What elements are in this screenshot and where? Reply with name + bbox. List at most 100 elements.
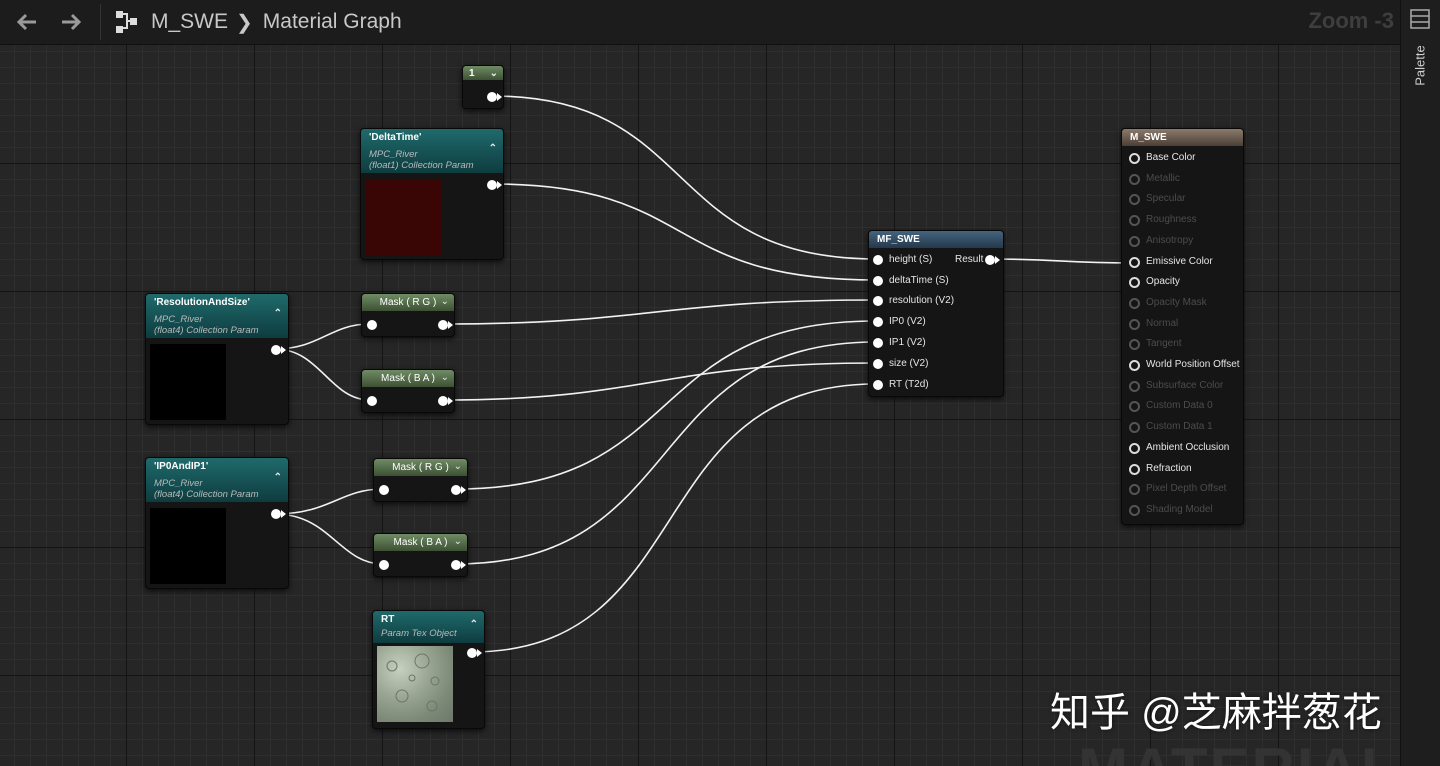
node-collection: MPC_River: [369, 149, 418, 160]
constant-node[interactable]: 1 ⌄: [462, 65, 504, 109]
input-label: IP0 (V2): [889, 316, 926, 327]
node-header: RT Param Tex Object ⌃: [373, 611, 484, 643]
texture-object-node-rt[interactable]: RT Param Tex Object ⌃: [372, 610, 485, 729]
input-pin-resolution[interactable]: [873, 296, 883, 306]
input-label: size (V2): [889, 358, 929, 369]
node-title: 'DeltaTime': [369, 132, 422, 143]
constant-value: 1: [469, 68, 475, 79]
chevron-down-icon[interactable]: ⌄: [441, 372, 449, 383]
output-pin[interactable]: [271, 345, 281, 355]
material-input-pin[interactable]: [1129, 422, 1140, 434]
wire-mask4-ip1: [455, 341, 877, 565]
output-pin[interactable]: [438, 320, 448, 330]
wire-ip-mask4: [274, 513, 384, 565]
graph-canvas[interactable]: MATERIAL 1 ⌄ 'DeltaTime' MPC_River (floa…: [0, 45, 1400, 766]
chevron-up-icon[interactable]: ⌃: [274, 308, 282, 319]
input-label: deltaTime (S): [889, 275, 949, 286]
input-pin[interactable]: [379, 560, 389, 570]
material-input-pin[interactable]: [1129, 318, 1140, 330]
node-header: 'IP0AndIP1' MPC_River (float4) Collectio…: [146, 458, 288, 502]
material-input-label: Normal: [1146, 317, 1179, 329]
output-arrow-icon: [448, 397, 453, 405]
material-input-pin[interactable]: [1129, 235, 1140, 247]
input-pin-ip1[interactable]: [873, 338, 883, 348]
output-pin[interactable]: [438, 396, 448, 406]
toolbar-divider: [100, 4, 101, 40]
material-input-label: Pixel Depth Offset: [1146, 483, 1227, 495]
chevron-up-icon[interactable]: ⌃: [489, 143, 497, 154]
chevron-down-icon[interactable]: ⌄: [441, 296, 449, 307]
material-input-label: Custom Data 1: [1146, 421, 1213, 433]
input-pin-ip0[interactable]: [873, 317, 883, 327]
node-header: 'ResolutionAndSize' MPC_River (float4) C…: [146, 294, 288, 338]
input-pin-rt[interactable]: [873, 380, 883, 390]
wire-mask2-size: [443, 362, 877, 401]
output-pin[interactable]: [271, 509, 281, 519]
node-title: MF_SWE: [877, 234, 920, 245]
input-pin[interactable]: [367, 320, 377, 330]
node-type: (float4) Collection Param: [154, 489, 259, 500]
chevron-down-icon[interactable]: ⌄: [454, 536, 462, 547]
material-input-pin[interactable]: [1129, 484, 1140, 496]
output-arrow-icon: [497, 93, 502, 101]
mask-node-ba-1[interactable]: Mask ( B A ) ⌄: [361, 369, 455, 413]
material-input-pin[interactable]: [1129, 277, 1140, 289]
input-pin-size[interactable]: [873, 359, 883, 369]
chevron-down-icon[interactable]: ⌄: [454, 461, 462, 472]
palette-tab[interactable]: Palette: [1403, 36, 1437, 94]
material-input-pin[interactable]: [1129, 504, 1140, 516]
forward-button[interactable]: [54, 5, 88, 39]
output-pin[interactable]: [467, 648, 477, 658]
material-input-pin[interactable]: [1129, 380, 1140, 392]
output-pin[interactable]: [487, 92, 497, 102]
material-input-pin[interactable]: [1129, 463, 1140, 475]
output-pin-result[interactable]: [985, 255, 995, 265]
material-input-pin[interactable]: [1129, 215, 1140, 227]
wire-mask1-resolution: [443, 299, 877, 325]
node-title: Mask ( B A ): [381, 373, 435, 384]
material-input-pin[interactable]: [1129, 256, 1140, 268]
attribution-watermark: 知乎 @芝麻拌葱花: [1050, 691, 1382, 735]
output-arrow-icon: [497, 181, 502, 189]
material-input-pin[interactable]: [1129, 173, 1140, 185]
node-title: RT: [381, 614, 395, 625]
material-input-pin[interactable]: [1129, 442, 1140, 454]
side-panel: Palette: [1400, 0, 1440, 766]
node-header: M_SWE: [1122, 129, 1243, 146]
material-input-pin[interactable]: [1129, 401, 1140, 413]
input-pin[interactable]: [379, 485, 389, 495]
arrow-right-icon: [62, 13, 82, 31]
material-input-label: Base Color: [1146, 152, 1196, 163]
breadcrumb-chevron-icon: ❯: [236, 11, 253, 34]
color-preview-swatch: [150, 344, 226, 420]
mask-node-rg-1[interactable]: Mask ( R G ) ⌄: [361, 293, 455, 337]
input-pin-deltatime[interactable]: [873, 276, 883, 286]
output-pin[interactable]: [451, 560, 461, 570]
chevron-down-icon[interactable]: ⌄: [490, 68, 498, 79]
material-input-pin[interactable]: [1129, 360, 1140, 371]
material-function-node[interactable]: MF_SWE height (S) deltaTime (S) resoluti…: [868, 230, 1004, 397]
collection-param-node-ip0andip1[interactable]: 'IP0AndIP1' MPC_River (float4) Collectio…: [145, 457, 289, 589]
back-button[interactable]: [10, 5, 44, 39]
chevron-up-icon[interactable]: ⌃: [274, 472, 282, 483]
collection-param-node-resolution[interactable]: 'ResolutionAndSize' MPC_River (float4) C…: [145, 293, 289, 425]
breadcrumb-asset[interactable]: M_SWE: [151, 10, 228, 34]
breadcrumb-graph[interactable]: Material Graph: [263, 10, 402, 34]
material-input-pin[interactable]: [1129, 194, 1140, 206]
material-input-pin[interactable]: [1129, 297, 1140, 309]
chevron-up-icon[interactable]: ⌃: [470, 619, 478, 630]
material-input-pin[interactable]: [1129, 339, 1140, 351]
node-header: Mask ( B A ) ⌄: [362, 370, 454, 387]
input-pin-height[interactable]: [873, 255, 883, 265]
output-pin[interactable]: [487, 180, 497, 190]
mask-node-rg-2[interactable]: Mask ( R G ) ⌄: [373, 458, 468, 502]
output-arrow-icon: [461, 561, 466, 569]
output-pin[interactable]: [451, 485, 461, 495]
panel-layout-icon[interactable]: [1410, 9, 1430, 29]
material-input-pin[interactable]: [1129, 153, 1140, 164]
material-result-node[interactable]: M_SWE Base Color Metallic Specular Roughnes…: [1121, 128, 1244, 525]
mask-node-ba-2[interactable]: Mask ( B A ) ⌄: [373, 533, 468, 577]
output-arrow-icon: [461, 486, 466, 494]
collection-param-node-deltatime[interactable]: 'DeltaTime' MPC_River (float1) Collectio…: [360, 128, 504, 260]
input-pin[interactable]: [367, 396, 377, 406]
